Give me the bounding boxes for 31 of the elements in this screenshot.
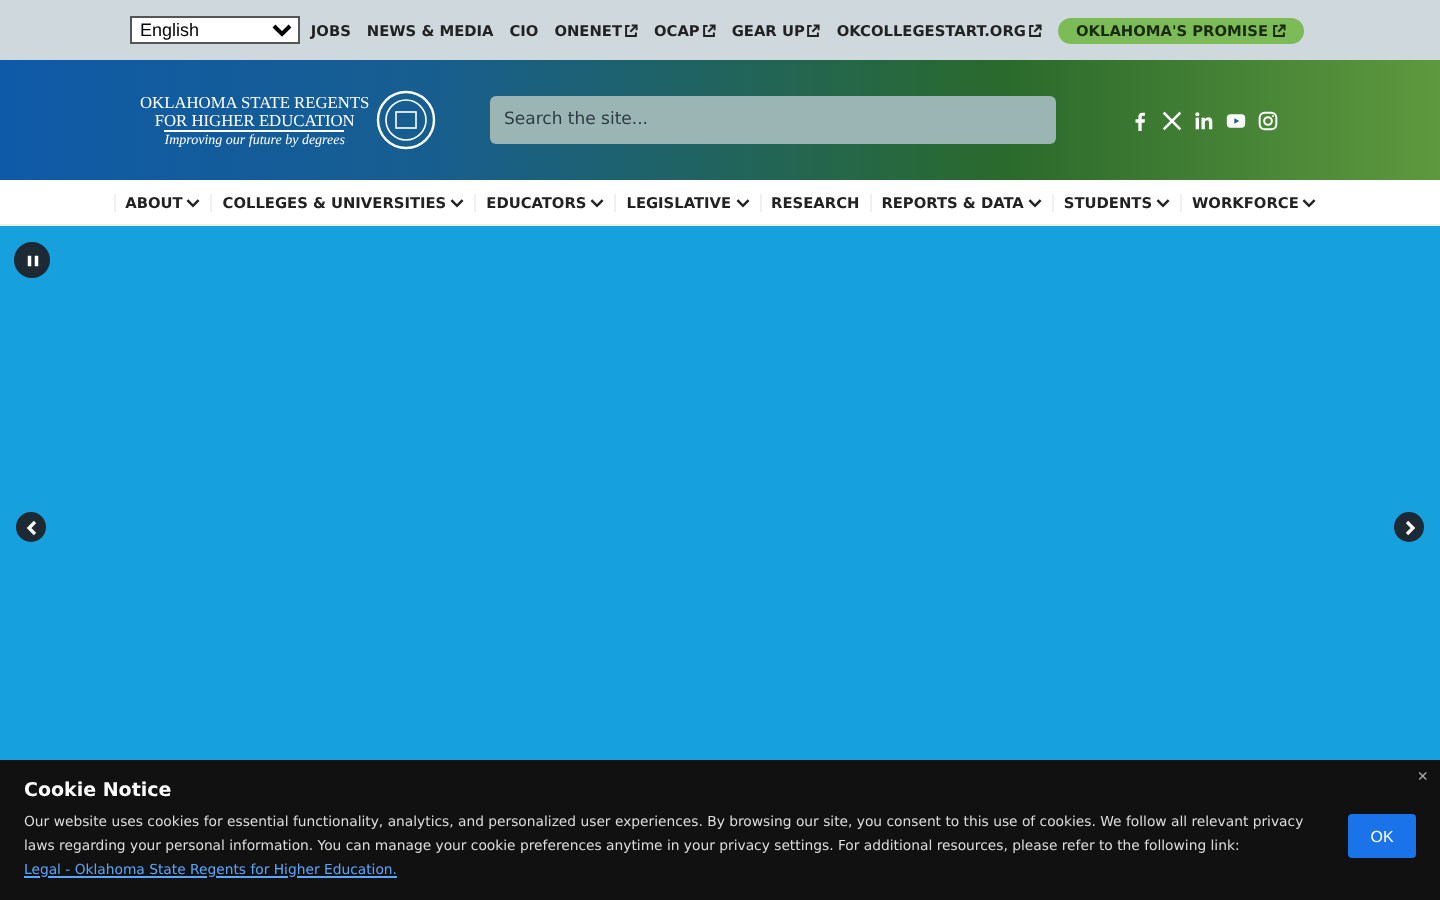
youtube-icon[interactable] [1226,109,1246,131]
language-select[interactable]: English [130,16,300,44]
chevron-left-icon [23,519,39,535]
seal-icon [375,90,436,150]
chevron-right-icon [1401,519,1417,535]
next-slide-button[interactable] [1394,512,1424,542]
logo-title: FOR HIGHER EDUCATION [154,111,355,129]
external-link-icon [1027,23,1042,37]
x-icon[interactable] [1162,109,1182,131]
chevron-down-icon [1027,197,1042,207]
cookie-title: Cookie Notice [24,779,174,801]
chevron-down-icon [590,197,605,207]
chevron-down-icon [186,197,201,207]
external-link-icon [624,23,638,37]
logo-title: OKLAHOMA STATE REGENTS [140,93,370,111]
chevron-down-icon [1302,197,1317,207]
close-button[interactable]: × [1417,766,1428,786]
external-link-icon [701,23,716,37]
ok-button[interactable]: OK [1348,814,1416,858]
pause-button[interactable] [14,242,50,278]
search-field[interactable]: Search the site... [490,96,1056,144]
external-link-icon [806,23,821,37]
instagram-icon[interactable] [1258,109,1278,131]
external-link-icon [1272,23,1286,37]
chevron-down-icon [1156,197,1171,207]
facebook-icon[interactable] [1130,109,1150,131]
pause-icon [25,253,39,267]
chevron-down-icon [735,197,750,207]
chevron-down-icon [450,197,465,207]
linkedin-icon[interactable] [1194,109,1214,131]
previous-slide-button[interactable] [16,512,46,542]
